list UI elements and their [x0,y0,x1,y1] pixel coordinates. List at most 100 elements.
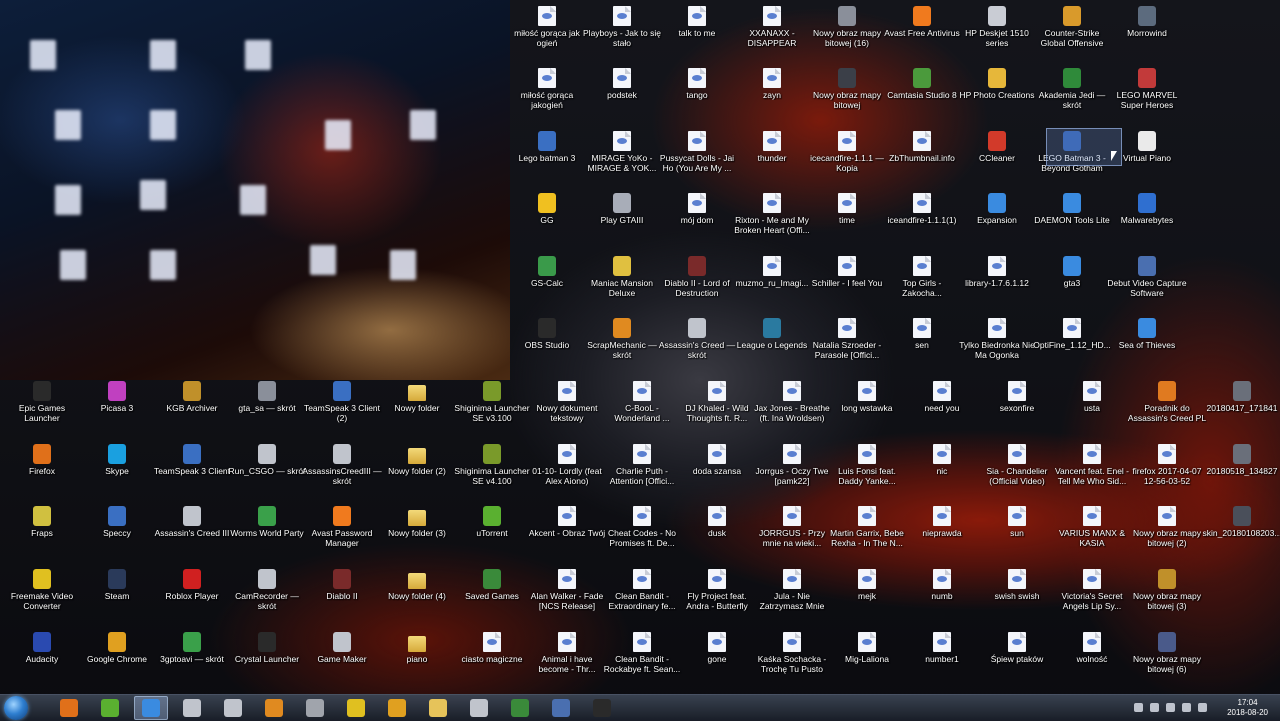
desktop-icon[interactable]: numb [902,569,982,601]
notepad-taskbar-button[interactable] [462,696,496,720]
desktop-icon[interactable]: Akcent - Obraz Twój [527,506,607,538]
action-center-icon[interactable] [1198,703,1207,712]
network-icon[interactable] [1166,703,1175,712]
desktop-icon[interactable]: gta_sa — skrót [227,381,307,413]
desktop-icon[interactable]: tango [657,68,737,100]
desktop-icon[interactable]: Clean Bandit - Rockabye ft. Sean... [602,632,682,674]
desktop-icon[interactable]: Worms World Party [227,506,307,538]
desktop-icon[interactable]: Morrowind [1107,6,1187,38]
desktop-icon[interactable]: OBS Studio [507,318,587,350]
desktop-icon[interactable]: Poradnik do Assassin's Creed PL [1127,381,1207,423]
desktop-icon[interactable]: Steam [77,569,157,601]
desktop-icon[interactable]: Shiginima Launcher SE v3.100 [452,381,532,423]
desktop-icon[interactable]: Akademia Jedi — skrót [1032,68,1112,110]
desktop-icon[interactable]: Epic Games Launcher [2,381,82,423]
epic-games-taskbar-button[interactable] [585,696,619,720]
desktop-icon[interactable]: Vancent feat. Enel - Tell Me Who Sid... [1052,444,1132,486]
desktop-icon[interactable]: AssassinsCreedIII — skrót [302,444,382,486]
desktop-icon[interactable]: XXANAXX - DISAPPEAR (Offici... [732,6,812,48]
desktop-icon[interactable]: wolność [1052,632,1132,664]
desktop-icon[interactable]: 3gptoavi — skrót [152,632,232,664]
desktop-icon[interactable]: Nowy folder (2) [377,444,457,476]
desktop-icon[interactable]: usta [1052,381,1132,413]
desktop-icon[interactable]: time [807,193,887,225]
desktop-icon[interactable]: skin_20180108203... [1202,506,1280,538]
desktop-icon[interactable]: Nowy obraz mapy bitowej (2) [1127,506,1207,548]
desktop-icon[interactable]: swish swish [977,569,1057,601]
desktop-icon[interactable]: Avast Free Antivirus [882,6,962,38]
desktop-icon[interactable]: Skype [77,444,157,476]
desktop-icon[interactable]: dusk [677,506,757,538]
desktop-icon[interactable]: HP Photo Creations [957,68,1037,100]
desktop-icon[interactable]: Assassin's Creed — skrót [657,318,737,360]
desktop-icon[interactable]: gta3 [1032,256,1112,288]
desktop-icon[interactable]: Assassin's Creed III [152,506,232,538]
desktop-icon[interactable]: Roblox Player [152,569,232,601]
desktop-icon[interactable]: Game Maker [302,632,382,664]
desktop-icon[interactable]: CamRecorder — skrót [227,569,307,611]
desktop-icon[interactable]: gone [677,632,757,664]
desktop-icon[interactable]: ciasto magiczne [452,632,532,664]
desktop-icon[interactable]: number1 [902,632,982,664]
desktop-icon[interactable]: 20180417_171841 [1202,381,1280,413]
chrome-taskbar-button[interactable] [380,696,414,720]
desktop-icon[interactable]: Nowy obraz mapy bitowej [807,68,887,110]
desktop-icon[interactable]: Fraps [2,506,82,538]
desktop-icon[interactable]: Rixton - Me and My Broken Heart (Offi... [732,193,812,235]
desktop-icon[interactable]: Nowy folder [377,381,457,413]
desktop-icon[interactable]: GS-Calc [507,256,587,288]
desktop-icon[interactable]: KGB Archiver [152,381,232,413]
desktop-icon[interactable]: muzmo_ru_Imagi... [732,256,812,288]
desktop-icon[interactable]: Malwarebytes [1107,193,1187,225]
desktop-icon[interactable]: Avast Password Manager [302,506,382,548]
desktop-icon[interactable]: Fly Project feat. Andra - Butterfly [677,569,757,611]
desktop-icon[interactable]: Clean Bandit - Extraordinary fe... [602,569,682,611]
desktop-icon[interactable]: uTorrent [452,506,532,538]
desktop-icon[interactable]: long wstawka [827,381,907,413]
desktop-icon[interactable]: DJ Khaled - Wild Thoughts ft. R... [677,381,757,423]
paint-taskbar-button[interactable] [298,696,332,720]
desktop-icon[interactable]: library-1.7.6.1.12 [957,256,1037,288]
desktop-icon[interactable]: HP Deskjet 1510 series [957,6,1037,48]
desktop-icon[interactable]: Audacity [2,632,82,664]
desktop-icon[interactable]: Run_CSGO — skrót [227,444,307,476]
desktop-icon[interactable]: League o Legends [732,318,812,350]
desktop-icon[interactable]: zayn [732,68,812,100]
desktop-icon[interactable]: talk to me [657,6,737,38]
desktop-icon[interactable]: thunder [732,131,812,163]
desktop-icon[interactable]: nieprawda [902,506,982,538]
desktop-icon[interactable]: Nowy dokument tekstowy [527,381,607,423]
desktop-icon[interactable]: Firefox [2,444,82,476]
desktop-icon[interactable]: Cheat Codes - No Promises ft. De... [602,506,682,548]
desktop-icon[interactable]: podstek [582,68,662,100]
desktop-icon[interactable]: Top Girls - Zakocha... [882,256,962,298]
desktop-icon[interactable]: Jax Jones - Breathe (ft. Ina Wroldsen) [752,381,832,423]
desktop-icon[interactable]: Jula - Nie Zatrzymasz Mnie [752,569,832,611]
desktop-icon[interactable]: Sia - Chandelier (Official Video) [977,444,1057,486]
desktop-icon[interactable]: ScrapMechanic — skrót [582,318,662,360]
desktop-icon[interactable]: LEGO MARVEL Super Heroes [1107,68,1187,110]
desktop-icon[interactable]: mój dom [657,193,737,225]
desktop-icon[interactable]: Mig-Laliona [827,632,907,664]
desktop-icon[interactable]: Martin Garrix, Bebe Rexha - In The N... [827,506,907,548]
desktop-icon[interactable]: firefox 2017-04-07 12-56-03-52 [1127,444,1207,486]
desktop-icon[interactable]: Play GTAIII [582,193,662,225]
desktop-icon[interactable]: Alan Walker - Fade [NCS Release] [527,569,607,611]
desktop-icon[interactable]: Speccy [77,506,157,538]
desktop-icon[interactable]: MIRAGE YoKo - MIRAGE & YOK... [582,131,662,173]
desktop-icon[interactable]: DAEMON Tools Lite [1032,193,1112,225]
desktop-icon[interactable]: VARIUS MANX & KASIA STANKIEWI... [1052,506,1132,548]
desktop-icon[interactable]: Crystal Launcher [227,632,307,664]
desktop-icon[interactable]: Nowy folder (4) [377,569,457,601]
desktop-icon[interactable]: Luis Fonsi feat. Daddy Yanke... [827,444,907,486]
mail-taskbar-button[interactable] [216,696,250,720]
game-taskbar-button[interactable] [503,696,537,720]
desktop-icon[interactable]: Pussycat Dolls - Jai Ho (You Are My ... [657,131,737,173]
desktop-icon[interactable]: Kaśka Sochacka - Trochę Tu Pusto [752,632,832,674]
desktop-icon[interactable]: Diablo II [302,569,382,601]
desktop-window-taskbar-button[interactable] [134,696,168,720]
desktop-icon[interactable]: Nowy obraz mapy bitowej (16) [807,6,887,48]
desktop-icon[interactable]: Schiller - I feel You [807,256,887,288]
vlc-taskbar-button[interactable] [52,696,86,720]
desktop-icon[interactable]: Sea of Thieves [1107,318,1187,350]
